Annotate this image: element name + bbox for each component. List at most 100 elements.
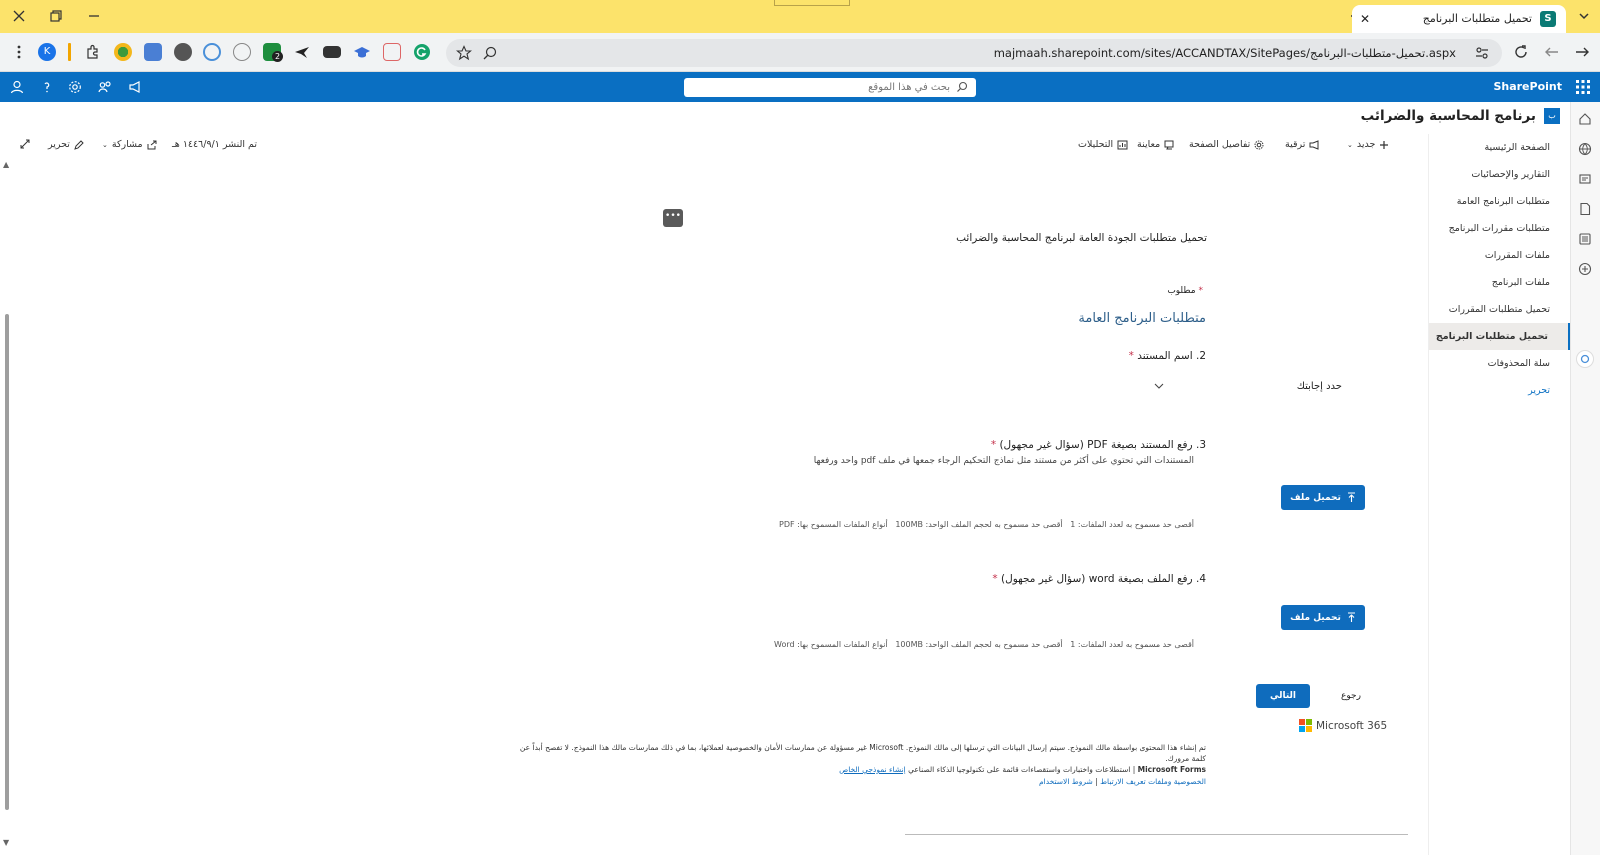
- sharepoint-brand[interactable]: SharePoint: [1493, 80, 1562, 93]
- extension-badge-count: 2: [272, 51, 283, 62]
- q3-limit-count: أقصى حد مسموح به لعدد الملفات: 1: [1070, 520, 1194, 529]
- nav-item-upload-course-requirements[interactable]: تحميل متطلبات المقررات: [1429, 296, 1570, 323]
- extension-bird-icon[interactable]: [293, 43, 311, 61]
- expand-icon[interactable]: [20, 139, 30, 149]
- app-launcher-waffle-icon[interactable]: [1576, 80, 1590, 94]
- question-4-limits: أقصى حد مسموح به لعدد الملفات: 1 أقصى حد…: [774, 640, 1194, 649]
- lists-icon[interactable]: [1578, 232, 1592, 246]
- terms-of-use-link[interactable]: شروط الاستخدام: [1039, 777, 1093, 786]
- tab-search-chevron-icon[interactable]: [1576, 8, 1594, 26]
- footer-separator: |: [1092, 777, 1098, 786]
- question-3-hint: المستندات التي تحتوي على أكثر من مستند م…: [813, 456, 1194, 466]
- extension-window-icon[interactable]: [383, 43, 401, 61]
- extension-badge-icon[interactable]: 2: [263, 43, 283, 62]
- nav-item-reports[interactable]: التقارير والإحصائيات: [1429, 161, 1570, 188]
- promote-icon: [1309, 139, 1320, 150]
- drag-handle[interactable]: [774, 0, 850, 6]
- form-description: تحميل متطلبات الجودة العامة لبرنامج المح…: [956, 232, 1207, 244]
- zoom-icon[interactable]: [482, 45, 498, 61]
- upload-word-button[interactable]: تحميل ملف: [1281, 605, 1365, 630]
- question-2-label: 2. اسم المستند *: [1129, 350, 1206, 362]
- account-icon[interactable]: [10, 80, 24, 94]
- new-label: جديد: [1356, 139, 1376, 150]
- nav-item-home[interactable]: الصفحة الرئيسية: [1429, 134, 1570, 161]
- extension-ring-icon[interactable]: [203, 43, 221, 61]
- nav-item-general-requirements[interactable]: متطلبات البرنامج العامة: [1429, 188, 1570, 215]
- nav-edit-link[interactable]: تحرير: [1429, 377, 1570, 404]
- site-search-box[interactable]: [684, 78, 976, 97]
- app-launcher-people-icon[interactable]: [98, 80, 112, 94]
- nav-item-course-files[interactable]: ملفات المقررات: [1429, 242, 1570, 269]
- document-name-dropdown[interactable]: حدد إجابتك: [1150, 378, 1366, 398]
- extension-graduation-icon[interactable]: [353, 43, 371, 61]
- profile-avatar[interactable]: K: [38, 43, 56, 61]
- create-plus-icon[interactable]: [1578, 262, 1592, 276]
- site-title[interactable]: برنامج المحاسبة والضرائب: [1361, 108, 1536, 124]
- gear-icon: [1254, 140, 1264, 150]
- back-button[interactable]: رجوع: [1328, 684, 1374, 708]
- globe-icon[interactable]: [1578, 142, 1592, 156]
- extension-globe-icon[interactable]: [114, 43, 132, 61]
- promote-button[interactable]: ترقية: [1285, 139, 1320, 150]
- question-3-required-star: *: [990, 439, 997, 451]
- pencil-icon: [74, 139, 84, 150]
- file-icon[interactable]: [1578, 202, 1592, 216]
- extensions-puzzle-icon[interactable]: [84, 43, 102, 61]
- content-divider: [905, 834, 1408, 835]
- copilot-icon[interactable]: [1576, 350, 1594, 368]
- home-icon[interactable]: [1578, 112, 1592, 126]
- footer-links: الخصوصية وملفات تعريف الارتباط | شروط ال…: [1039, 777, 1206, 786]
- next-button[interactable]: التالي: [1256, 684, 1310, 708]
- create-own-form-link[interactable]: إنشاء نموذجي الخاص: [839, 765, 906, 774]
- question-3-label: 3. رفع المستند بصيغة PDF (سؤال غير مجهول…: [991, 439, 1206, 451]
- extension-dark-icon[interactable]: [174, 43, 192, 61]
- browser-tab-active[interactable]: S تحميل متطلبات البرنامج ✕: [1352, 5, 1566, 33]
- megaphone-icon[interactable]: [128, 80, 142, 94]
- preview-button[interactable]: معاينة: [1137, 139, 1175, 150]
- site-settings-icon[interactable]: [1474, 45, 1490, 61]
- translate-extension-icon[interactable]: [144, 43, 162, 61]
- new-button[interactable]: جديد ⌄: [1347, 139, 1389, 150]
- footer-disclaimer: تم إنشاء هذا المحتوى بواسطة مالك النموذج…: [519, 743, 1206, 763]
- close-tab-icon[interactable]: ✕: [1360, 12, 1370, 26]
- question-2-required-star: *: [1128, 350, 1134, 362]
- new-chevron-icon: ⌄: [1347, 140, 1353, 149]
- nav-item-course-requirements[interactable]: متطلبات مقررات البرنامج: [1429, 215, 1570, 242]
- upload-word-label: تحميل ملف: [1290, 612, 1341, 623]
- site-logo[interactable]: ب: [1544, 108, 1560, 124]
- analytics-label: التحليلات: [1078, 139, 1114, 150]
- question-3-limits: أقصى حد مسموح به لعدد الملفات: 1 أقصى حد…: [779, 520, 1194, 529]
- forward-arrow-icon[interactable]: [1543, 43, 1561, 61]
- edit-page-button[interactable]: تحرير: [48, 139, 84, 150]
- analytics-icon: [1117, 140, 1128, 150]
- nav-item-program-files[interactable]: ملفات البرنامج: [1429, 269, 1570, 296]
- browser-menu-icon[interactable]: [10, 43, 28, 61]
- search-icon[interactable]: [956, 81, 968, 93]
- web-part-more-options-button[interactable]: •••: [663, 209, 683, 227]
- minimize-window-icon[interactable]: [86, 8, 104, 26]
- grammarly-icon[interactable]: [413, 43, 431, 61]
- share-button[interactable]: مشاركة ⌄: [102, 139, 157, 150]
- share-label: مشاركة: [111, 139, 143, 150]
- help-icon[interactable]: [40, 80, 54, 94]
- analytics-button[interactable]: التحليلات: [1078, 139, 1128, 150]
- close-window-icon[interactable]: [11, 8, 29, 26]
- news-icon[interactable]: [1578, 172, 1592, 186]
- privacy-cookies-link[interactable]: الخصوصية وملفات تعريف الارتباط: [1100, 777, 1206, 786]
- extension-grid-globe-icon[interactable]: [233, 43, 251, 61]
- question-4-text: 4. رفع الملف بصيغة word (سؤال غير مجهول): [1000, 573, 1206, 585]
- back-arrow-icon[interactable]: [1573, 43, 1591, 61]
- upload-pdf-button[interactable]: تحميل ملف: [1281, 485, 1365, 510]
- reload-icon[interactable]: [1512, 43, 1530, 61]
- address-bar[interactable]: majmaah.sharepoint.com/sites/ACCANDTAX/S…: [446, 39, 1502, 67]
- settings-gear-icon[interactable]: [68, 80, 82, 94]
- page-details-label: تفاصيل الصفحة: [1189, 139, 1251, 150]
- bookmark-star-icon[interactable]: [456, 45, 472, 61]
- page-details-button[interactable]: تفاصيل الصفحة: [1189, 139, 1264, 150]
- question-3-text: 3. رفع المستند بصيغة PDF (سؤال غير مجهول…: [999, 439, 1206, 451]
- search-input[interactable]: [690, 79, 950, 96]
- nav-item-recycle-bin[interactable]: سلة المحذوفات: [1429, 350, 1570, 377]
- extension-card-icon[interactable]: [323, 46, 341, 58]
- restore-window-icon[interactable]: [48, 8, 66, 26]
- nav-item-upload-program-requirements[interactable]: تحميل متطلبات البرنامج: [1429, 323, 1570, 350]
